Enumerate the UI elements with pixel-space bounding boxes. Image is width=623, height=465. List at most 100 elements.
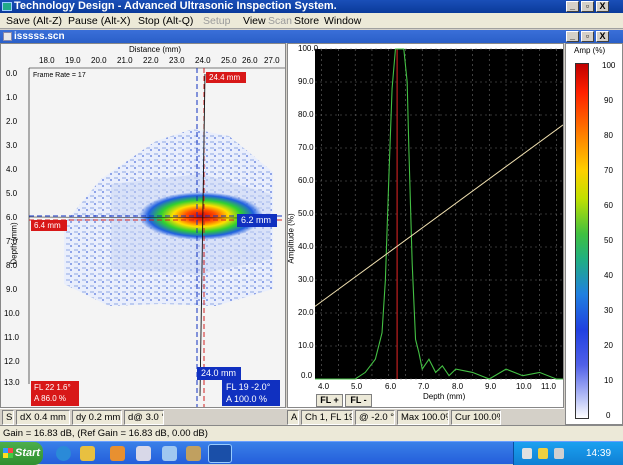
cursor-left-label: 6.4 mm: [31, 220, 67, 231]
ascan-y-axis-label: Amplitude (%): [287, 213, 296, 264]
status-dangle: d@ 3.0 °: [124, 410, 164, 425]
app-title-bar: Technology Design - Advanced Ultrasonic …: [0, 0, 623, 13]
ascan-y-tick: 10.0: [298, 341, 314, 350]
system-tray: 14:39: [513, 442, 623, 465]
menu-stop[interactable]: Stop (Alt-Q): [138, 13, 193, 29]
legend-tick: 20: [604, 341, 613, 350]
active-window-button[interactable]: [208, 444, 232, 463]
menu-store[interactable]: Store: [294, 13, 319, 29]
ascan-y-tick: 100.0: [298, 44, 319, 53]
ascan-y-tick: 60.0: [298, 176, 314, 185]
ascan-x-tick: 10.0: [516, 382, 532, 391]
browser-icon[interactable]: [56, 446, 71, 461]
y-tick: 6.0: [6, 213, 18, 222]
fl-minus-button[interactable]: FL -: [345, 394, 372, 407]
doc-close-button[interactable]: X: [596, 31, 609, 42]
taskbar: Start 14:39: [0, 441, 623, 465]
ascan-y-tick: 40.0: [298, 242, 314, 251]
status-channel: Ch 1, FL 19: [301, 410, 353, 425]
ascan-x-tick: 8.0: [452, 382, 464, 391]
legend-tick: 30: [604, 306, 613, 315]
document-icon[interactable]: [136, 446, 151, 461]
fl-plus-button[interactable]: FL +: [316, 394, 343, 407]
y-tick: 13.0: [4, 378, 20, 387]
ascan-x-tick: 7.0: [418, 382, 430, 391]
status-bar: S dX 0.4 mm dy 0.2 mm d@ 3.0 ° A Ch 1, F…: [0, 408, 564, 425]
doc-minimize-button[interactable]: _: [566, 31, 579, 42]
status-s-label: S: [2, 410, 14, 425]
cursor-bottom-label: 24.0 mm: [197, 367, 241, 380]
legend-tick: 10: [604, 376, 613, 385]
start-button[interactable]: Start: [0, 442, 43, 465]
y-tick: 2.0: [6, 117, 18, 126]
maximize-button[interactable]: ▫: [581, 1, 594, 12]
ascan-x-tick: 9.0: [485, 382, 497, 391]
folder-icon[interactable]: [80, 446, 95, 461]
app-icon-orange[interactable]: [110, 446, 125, 461]
volume-icon[interactable]: [554, 448, 564, 459]
y-tick: 10.0: [4, 309, 20, 318]
document-icon: [3, 32, 12, 41]
x-tick: 18.0: [39, 56, 55, 65]
ascan-x-tick: 11.0: [541, 382, 556, 391]
legend-tick: 50: [604, 236, 613, 245]
ascan-y-tick: 80.0: [298, 110, 314, 119]
ascan-pane: 100.0 90.0 80.0 70.0 60.0 50.0 40.0 30.0…: [287, 43, 564, 408]
x-tick: 19.0: [65, 56, 81, 65]
menu-save[interactable]: Save (Alt-Z): [6, 13, 62, 29]
ascan-y-tick: 30.0: [298, 275, 314, 284]
menu-view[interactable]: View: [243, 13, 266, 29]
legend-tick: 80: [604, 131, 613, 140]
fl-right-title: FL 19 -2.0°: [226, 382, 271, 392]
y-tick: 0.0: [6, 69, 18, 78]
app-icon-brown[interactable]: [186, 446, 201, 461]
security-icon[interactable]: [538, 448, 548, 459]
x-axis-label: Distance (mm): [129, 45, 182, 54]
fl-left-value: A 86.0 %: [34, 394, 67, 403]
x-tick: 20.0: [91, 56, 107, 65]
menu-scan[interactable]: Scan: [268, 13, 292, 29]
clock: 14:39: [586, 448, 612, 459]
doc-maximize-button[interactable]: ▫: [581, 31, 594, 42]
amplitude-legend: Amp (%) 100 90 80 70 60 50 40 30 20 10 0: [565, 43, 623, 425]
menu-pause[interactable]: Pause (Alt-X): [68, 13, 130, 29]
ascan-x-tick: 5.0: [351, 382, 363, 391]
menu-setup[interactable]: Setup: [203, 13, 230, 29]
status-max: Max 100.0%: [397, 410, 449, 425]
legend-tick: 0: [606, 411, 611, 420]
x-tick: 25.0: [221, 56, 237, 65]
ascan-y-tick: 0.0: [301, 371, 313, 380]
focal-law-right-box: FL 19 -2.0° A 100.0 %: [222, 380, 280, 406]
network-icon[interactable]: [522, 448, 532, 459]
y-axis-label: Depth (mm): [9, 222, 19, 265]
y-tick: 9.0: [6, 285, 18, 294]
ascan-x-axis-label: Depth (mm): [423, 392, 466, 401]
y-tick: 4.0: [6, 165, 18, 174]
minimize-button[interactable]: _: [566, 1, 579, 12]
status-dy: dy 0.2 mm: [72, 410, 122, 425]
x-tick: 26.0: [242, 56, 258, 65]
legend-title: Amp (%): [574, 46, 606, 55]
menu-window[interactable]: Window: [324, 13, 361, 29]
cursor-x-label: 24.4 mm: [206, 72, 246, 83]
x-tick: 23.0: [169, 56, 185, 65]
y-tick: 1.0: [6, 93, 18, 102]
x-tick: 21.0: [117, 56, 133, 65]
start-label: Start: [15, 447, 41, 459]
status-a-label: A: [287, 410, 299, 425]
x-tick: 24.0: [195, 56, 211, 65]
legend-tick: 90: [604, 96, 613, 105]
legend-tick: 70: [604, 166, 613, 175]
focal-law-left-box: FL 22 1.6° A 86.0 %: [31, 381, 79, 406]
x-tick: 27.0: [264, 56, 280, 65]
status-angle: @ -2.0 °: [355, 410, 395, 425]
sector-scan-pane: Distance (mm) 18.0 19.0 20.0 21.0 22.0 2…: [0, 43, 286, 408]
windows-flag-icon: [3, 448, 13, 458]
document-title-bar: isssss.scn _ ▫ X: [0, 30, 623, 43]
ascan-x-tick: 6.0: [385, 382, 397, 391]
app-icon: [2, 2, 12, 11]
computer-icon[interactable]: [162, 446, 177, 461]
x-tick: 22.0: [143, 56, 159, 65]
ascan-chart[interactable]: [288, 44, 564, 408]
close-button[interactable]: X: [596, 1, 609, 12]
